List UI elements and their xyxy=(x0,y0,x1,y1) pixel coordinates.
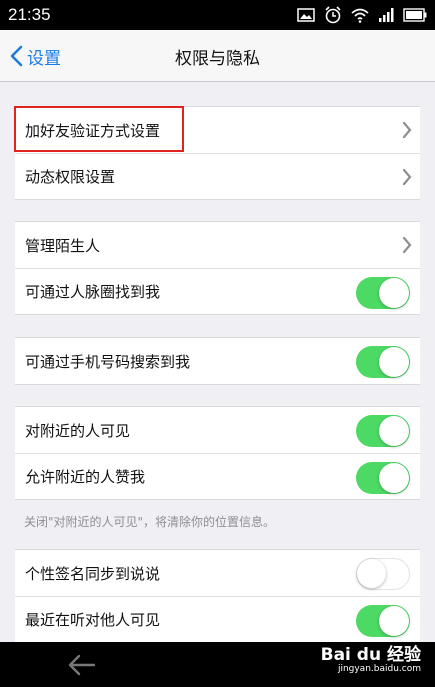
nearby-footnote: 关闭"对附近的人可见"，将清除你的位置信息。 xyxy=(24,515,276,529)
row-label: 管理陌生人 xyxy=(25,236,101,255)
row-manage-strangers[interactable]: 管理陌生人 xyxy=(15,222,420,268)
row-label: 允许附近的人赞我 xyxy=(25,468,146,486)
highlight-box xyxy=(14,106,184,152)
screen: 21:35 设置 权限与隐私 加好友验证方式设置 动态权限设置 管理陌生人 可通… xyxy=(0,0,435,687)
toggle-switch[interactable] xyxy=(356,277,410,309)
watermark-logo: Bai du 经验 xyxy=(320,645,421,665)
row-visible-nearby: 对附近的人可见 xyxy=(15,407,420,453)
image-notification-icon xyxy=(297,8,315,22)
status-bar: 21:35 xyxy=(0,0,435,30)
wifi-icon xyxy=(351,8,369,23)
row-allow-nearby-likes: 允许附近的人赞我 xyxy=(15,453,420,499)
row-search-by-phone: 可通过手机号码搜索到我 xyxy=(15,338,420,384)
row-label: 动态权限设置 xyxy=(25,168,116,186)
alarm-icon xyxy=(324,6,342,24)
settings-group-strangers: 管理陌生人 可通过人脉圈找到我 xyxy=(15,221,420,315)
settings-group-phone: 可通过手机号码搜索到我 xyxy=(15,337,420,385)
status-time: 21:35 xyxy=(8,5,51,24)
system-nav-bar: Bai du 经验 jingyan.baidu.com xyxy=(0,642,435,687)
row-label: 最近在听对他人可见 xyxy=(25,611,161,629)
toggle-switch[interactable] xyxy=(356,462,410,494)
settings-group-nearby: 对附近的人可见 允许附近的人赞我 xyxy=(15,406,420,500)
row-label: 个性签名同步到说说 xyxy=(25,564,161,583)
settings-group-profile: 个性签名同步到说说 最近在听对他人可见 xyxy=(15,549,420,642)
toggle-switch[interactable] xyxy=(356,558,410,590)
page-title: 权限与隐私 xyxy=(175,49,260,69)
settings-list: 加好友验证方式设置 动态权限设置 管理陌生人 可通过人脉圈找到我 可通过手机号码… xyxy=(0,82,435,642)
toggle-switch[interactable] xyxy=(356,605,410,637)
battery-icon xyxy=(403,8,427,22)
row-label: 可通过手机号码搜索到我 xyxy=(25,352,191,371)
chevron-right-icon xyxy=(402,121,412,139)
back-arrow-icon[interactable] xyxy=(68,654,96,676)
signal-icon xyxy=(378,7,394,23)
toggle-switch[interactable] xyxy=(356,346,410,378)
navigation-bar: 设置 权限与隐私 xyxy=(0,30,435,82)
chevron-right-icon xyxy=(402,168,412,186)
toggle-switch[interactable] xyxy=(356,415,410,447)
watermark: Bai du 经验 jingyan.baidu.com xyxy=(320,645,421,676)
row-label: 可通过人脉圈找到我 xyxy=(25,283,161,301)
row-feed-permissions[interactable]: 动态权限设置 xyxy=(15,153,420,199)
row-find-via-network: 可通过人脉圈找到我 xyxy=(15,268,420,314)
row-sync-signature: 个性签名同步到说说 xyxy=(15,550,420,596)
chevron-right-icon xyxy=(402,236,412,254)
row-now-listening-visible: 最近在听对他人可见 xyxy=(15,596,420,642)
row-label: 对附近的人可见 xyxy=(25,421,131,440)
